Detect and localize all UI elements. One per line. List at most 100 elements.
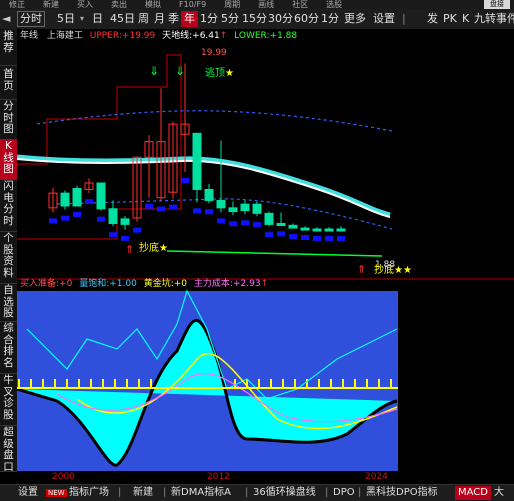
tab-right[interactable]: PK (443, 11, 457, 27)
trend-block (73, 212, 81, 217)
main-cost-value: +2.93 (232, 279, 261, 289)
candle-body (192, 132, 202, 190)
trend-block (337, 236, 345, 242)
trend-block (133, 227, 141, 233)
sidebar-item-ranking[interactable]: 综合排名 (0, 321, 17, 374)
trend-block (253, 222, 261, 228)
tab-right[interactable]: 事件 (496, 11, 514, 27)
tab-period[interactable]: 30分 (268, 11, 293, 27)
dropdown-arrow-icon[interactable]: ▾ (80, 11, 84, 27)
lower-label: LOWER: (234, 31, 270, 41)
candle-body (264, 212, 274, 225)
settings-button[interactable]: 设置 (18, 486, 38, 500)
sidebar-item-diagnosis[interactable]: 牛叉诊股 (0, 373, 17, 426)
tab-period[interactable]: 45日 (110, 11, 135, 27)
tab-period[interactable]: 日 (92, 11, 103, 27)
trend-block (181, 177, 189, 183)
indicator-square-button[interactable]: 指标广场 (69, 486, 109, 500)
indicator-tab[interactable]: 36循环操盘线 (253, 486, 316, 500)
top-menu-item[interactable]: 选股 (326, 0, 342, 9)
tab-period[interactable]: 60分 (294, 11, 319, 27)
trend-block (193, 208, 201, 214)
trend-block (157, 206, 165, 212)
sidebar-item-flash[interactable]: 闪电分时 (0, 179, 17, 232)
tab-period[interactable]: 1分 (200, 11, 218, 27)
sidebar-item-watchlist[interactable]: 自选股 (0, 283, 17, 322)
indicator-bar: 设置 NEW 指标广场 | 新建 | 新DMA指标A | 36循环操盘线 | D… (0, 484, 514, 501)
new-indicator-button[interactable]: 新建 (133, 486, 153, 500)
star-icon: ★★ (394, 265, 412, 276)
top-menu-item[interactable]: 画线 (258, 0, 274, 9)
main-indicator-header: 年线 上海建工 UPPER:+19.99 天地线:+6.41↑ LOWER:+1… (20, 30, 490, 42)
bottom-signal-label: 抄底 (139, 241, 159, 254)
top-menu-item[interactable]: 模拟 (145, 0, 161, 9)
sidebar-item-timeshare[interactable]: 分时图 (0, 99, 17, 140)
candle-body (336, 228, 346, 232)
x-tick-label: 2012 (207, 472, 230, 482)
tab-period[interactable]: 月 (154, 11, 165, 27)
trend-block (277, 231, 285, 237)
main-chart-background (17, 29, 514, 278)
sub-indicator-header: 买入准备:+0 量饱和:+1.00 黄金坑:+0 主力成本:+2.93↑ (20, 278, 490, 290)
trend-block (109, 232, 117, 238)
x-axis: 2000 2012 2024 (17, 471, 514, 483)
tab-period[interactable]: 1分 (321, 11, 339, 27)
top-menu-item[interactable]: 修正 (9, 0, 25, 9)
top-menu-item[interactable]: 周期 (224, 0, 240, 9)
tab-right[interactable]: K (462, 11, 469, 27)
top-menu-item[interactable]: F10/F9 (179, 0, 206, 9)
tab-period[interactable]: 季 (168, 11, 179, 27)
period-toolbar: ◄ 分时 5日 ▾ 日 45日 周 月 季 年 1分 5分 15分 30分 60… (0, 9, 514, 30)
trend-block (301, 235, 309, 240)
tab-period[interactable]: 分时 (17, 11, 45, 27)
sidebar-item-home[interactable]: 首页 (0, 65, 17, 100)
golden-pit-value: +0 (173, 279, 188, 289)
indicator-tab-selected[interactable]: MACD (455, 486, 491, 500)
candle-body (120, 218, 130, 225)
trend-block (313, 235, 321, 241)
settings-button[interactable]: 设置 (373, 11, 395, 27)
candle-body (204, 188, 214, 201)
top-menu-item[interactable]: 买入 (77, 0, 93, 9)
sidebar-item-recommend[interactable]: 推荐 (0, 29, 17, 66)
indicator-tab[interactable]: 新DMA指标A (171, 486, 231, 500)
top-menu-item[interactable]: 卖出 (111, 0, 127, 9)
sidebar-item-kline[interactable]: K线图 (0, 139, 17, 180)
tab-period[interactable]: 5分 (221, 11, 239, 27)
candle-body (324, 228, 334, 232)
star-icon: ★ (159, 243, 168, 254)
sidebar-item-profile[interactable]: 个股资料 (0, 231, 17, 284)
account-button[interactable]: 盘接 (484, 0, 510, 9)
tab-period[interactable]: 5日 (57, 11, 75, 27)
indicator-tab[interactable]: 黑科技DPO指标 (366, 486, 438, 500)
high-price-label: 19.99 (201, 48, 227, 58)
buy-arrow-icon: ⇓ (149, 64, 159, 78)
sell-arrow-icon: ⇑ (125, 243, 134, 256)
indicator-name[interactable]: 年线 (20, 31, 38, 41)
top-menu-item[interactable]: 新建 (43, 0, 59, 9)
divider: | (358, 487, 362, 498)
candle-body (276, 222, 286, 226)
indicator-tab[interactable]: DPO (333, 486, 355, 500)
tab-period[interactable]: 周 (138, 11, 149, 27)
tab-right[interactable]: 发 (427, 11, 438, 27)
main-cost-label: 主力成本: (193, 279, 233, 289)
trend-block (121, 235, 129, 241)
sidebar-item-orderbook[interactable]: 超级盘口 (0, 425, 17, 472)
back-icon[interactable]: ◄ (2, 11, 10, 27)
volume-saturation-value: +1.00 (109, 279, 137, 289)
indicator-tab[interactable]: 大 (494, 486, 504, 500)
divider: | (118, 487, 122, 498)
more-button[interactable]: 更多 (344, 11, 366, 27)
top-menu-item[interactable]: 社区 (292, 0, 308, 9)
tab-period[interactable]: 15分 (242, 11, 267, 27)
tiandi-value: +6.41 (192, 31, 220, 41)
golden-pit-label: 黄金坑: (143, 279, 174, 289)
upper-label: UPPER: (89, 31, 122, 41)
candle-body (96, 182, 106, 210)
tab-right[interactable]: 九转 (474, 11, 496, 27)
trend-block (241, 220, 249, 226)
trend-block (145, 203, 153, 209)
kline-chart[interactable]: ⇓ ⇓⇑⇑ 19.99 逃顶 ★ 抄底 ★ 1.88 抄底 ★★ (17, 29, 514, 471)
tab-period-selected[interactable]: 年 (181, 11, 198, 27)
